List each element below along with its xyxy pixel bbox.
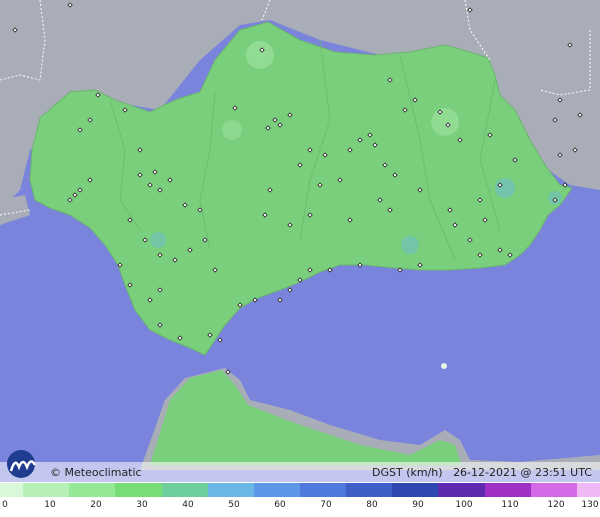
scale-segment	[23, 483, 47, 497]
gust-spot-blue	[150, 232, 166, 248]
scale-segment	[161, 483, 185, 497]
scale-tick-label: 70	[320, 500, 332, 510]
product-name: DGST (km/h)	[372, 466, 443, 479]
scale-segment	[553, 483, 577, 497]
scale-segment	[369, 483, 393, 497]
scale-segment	[392, 483, 416, 497]
scale-segment	[346, 483, 370, 497]
scale-segment	[184, 483, 208, 497]
product-label: DGST (km/h) 26-12-2021 @ 23:51 UTC	[372, 466, 592, 479]
timestamp: 26-12-2021 @ 23:51 UTC	[453, 466, 592, 479]
wind-gust-map	[0, 0, 600, 517]
scale-tick-label: 110	[501, 500, 519, 510]
scale-segment	[530, 483, 554, 497]
color-scale-bar	[0, 483, 600, 497]
scale-segment	[576, 483, 600, 497]
scale-tick-label: 10	[44, 500, 56, 510]
scale-segment	[0, 483, 24, 497]
scale-segment	[276, 483, 301, 497]
scale-segment	[484, 483, 508, 497]
scale-tick-label: 130	[581, 500, 599, 510]
gust-spot-blue	[495, 178, 515, 198]
gust-spot	[222, 120, 242, 140]
scale-segment	[438, 483, 462, 497]
scale-tick-label: 50	[228, 500, 240, 510]
scale-segment	[461, 483, 485, 497]
gust-spot	[431, 108, 459, 136]
scale-tick-label: 80	[366, 500, 378, 510]
scale-segment	[46, 483, 70, 497]
scale-tick-label: 100	[455, 500, 473, 510]
scale-segment	[323, 483, 347, 497]
scale-segment	[69, 483, 93, 497]
scale-segment	[230, 483, 254, 497]
scale-segment	[253, 483, 277, 497]
scale-segment	[300, 483, 324, 497]
gust-spot-blue	[401, 236, 419, 254]
scale-segment	[507, 483, 531, 497]
gust-spot	[246, 41, 274, 69]
alboran-island	[441, 363, 447, 369]
scale-tick-label: 60	[274, 500, 286, 510]
scale-segment	[115, 483, 139, 497]
scale-segment	[207, 483, 231, 497]
scale-tick-label: 120	[547, 500, 565, 510]
scale-tick-label: 90	[412, 500, 424, 510]
scale-tick-label: 0	[2, 500, 8, 510]
scale-tick-label: 20	[90, 500, 102, 510]
scale-tick-label: 30	[136, 500, 148, 510]
meteoclimatic-logo-icon	[7, 450, 37, 478]
scale-segment	[92, 483, 116, 497]
scale-segment	[415, 483, 439, 497]
scale-segment	[138, 483, 162, 497]
scale-tick-label: 40	[182, 500, 194, 510]
credit-text: © Meteoclimatic	[50, 466, 142, 479]
